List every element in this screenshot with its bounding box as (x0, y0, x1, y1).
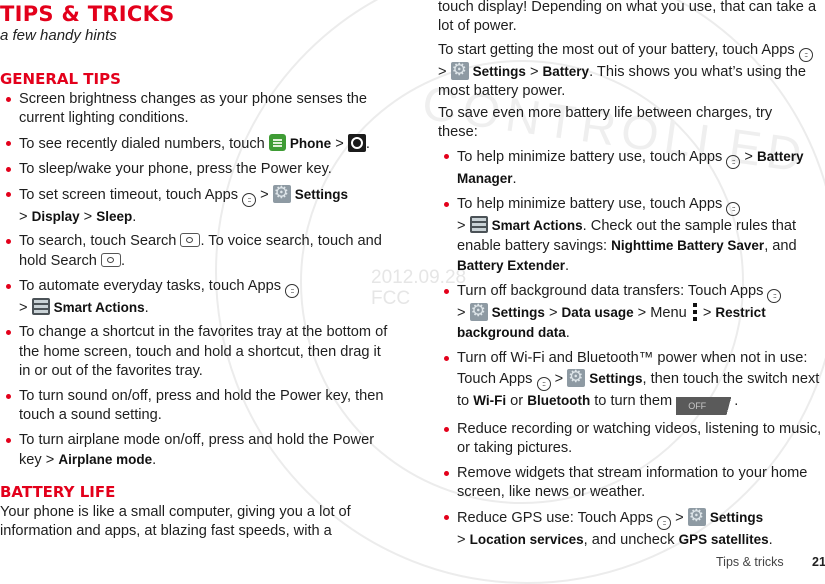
page-subtitle: a few handy hints (0, 27, 117, 44)
bullet-icon (444, 201, 449, 207)
settings-gear-icon (687, 506, 706, 527)
list-item: Turn off Wi-Fi and Bluetooth™ power when… (438, 349, 825, 415)
settings-gear-icon (450, 60, 469, 80)
general-tips-list: Screen brightness changes as your phone … (0, 90, 395, 476)
bullet-icon (444, 154, 449, 159)
bullet-icon (444, 471, 449, 477)
battery-save-paragraph: To save even more battery life between c… (438, 105, 773, 141)
bullet-icon (6, 141, 11, 147)
page-number: 21 (812, 555, 825, 569)
settings-gear-icon (567, 367, 586, 387)
list-item: Reduce GPS use: Touch Apps ::: > Setting… (438, 506, 825, 550)
list-item: To turn airplane mode on/off, press and … (0, 431, 395, 471)
list-item: Turn off background data transfers: Touc… (438, 282, 825, 344)
list-item: Screen brightness changes as your phone … (0, 90, 395, 129)
apps-icon: ::: (242, 192, 257, 207)
battery-intro-continued: touch display! Depending on what you use… (438, 0, 817, 35)
list-item: To automate everyday tasks, touch Apps :… (0, 277, 395, 318)
list-item: To help minimize battery use, touch Apps… (438, 195, 825, 277)
bullet-icon (6, 166, 11, 172)
bullet-icon (6, 330, 11, 336)
settings-gear-icon (272, 183, 291, 203)
bullet-icon (444, 427, 449, 433)
bullet-icon (444, 515, 449, 521)
battery-tips-list: To help minimize battery use, touch Apps… (438, 147, 825, 556)
smart-actions-icon (31, 297, 50, 315)
list-item: Reduce recording or watching videos, lis… (438, 420, 825, 459)
settings-gear-icon (469, 301, 488, 322)
list-item: To search, touch Search . To voice searc… (0, 232, 395, 271)
menu-dots-icon (692, 303, 697, 322)
list-item: To help minimize battery use, touch Apps… (438, 147, 825, 189)
list-item: To sleep/wake your phone, press the Powe… (0, 160, 395, 179)
list-item: To see recently dialed numbers, touch Ph… (0, 134, 395, 154)
bullet-icon (444, 289, 449, 295)
smart-actions-icon (469, 215, 488, 233)
apps-icon: ::: (536, 376, 551, 391)
battery-intro-paragraph: Your phone is like a small computer, giv… (0, 504, 351, 540)
apps-icon: ::: (285, 283, 300, 298)
bullet-icon (6, 239, 11, 245)
phone-app-icon (268, 134, 286, 152)
bullet-icon (444, 356, 449, 362)
search-key-icon (100, 252, 121, 267)
list-item: To set screen timeout, touch Apps ::: > … (0, 183, 395, 227)
search-key-icon (180, 233, 201, 248)
apps-icon: ::: (657, 516, 672, 531)
bullet-icon (6, 437, 11, 443)
page-title: TIPS & TRICKS (0, 2, 175, 26)
battery-settings-paragraph: To start getting the most out of your ba… (438, 41, 823, 102)
list-item: To turn sound on/off, press and hold the… (0, 387, 395, 426)
apps-icon: ::: (798, 48, 813, 62)
recent-calls-icon (347, 134, 366, 153)
list-item: To change a shortcut in the favorites tr… (0, 323, 395, 381)
apps-icon: ::: (726, 201, 741, 216)
bullet-icon (6, 191, 11, 197)
battery-life-heading: BATTERY LIFE (0, 483, 116, 501)
bullet-icon (6, 97, 11, 102)
bullet-icon (6, 283, 11, 289)
apps-icon: ::: (767, 289, 782, 304)
list-item: Remove widgets that stream information t… (438, 464, 825, 503)
general-tips-heading: GENERAL TIPS (0, 70, 121, 88)
footer-section-label: Tips & tricks (716, 555, 784, 569)
bullet-icon (6, 393, 11, 399)
apps-icon: ::: (726, 155, 741, 169)
off-switch-icon: OFF (676, 396, 735, 415)
